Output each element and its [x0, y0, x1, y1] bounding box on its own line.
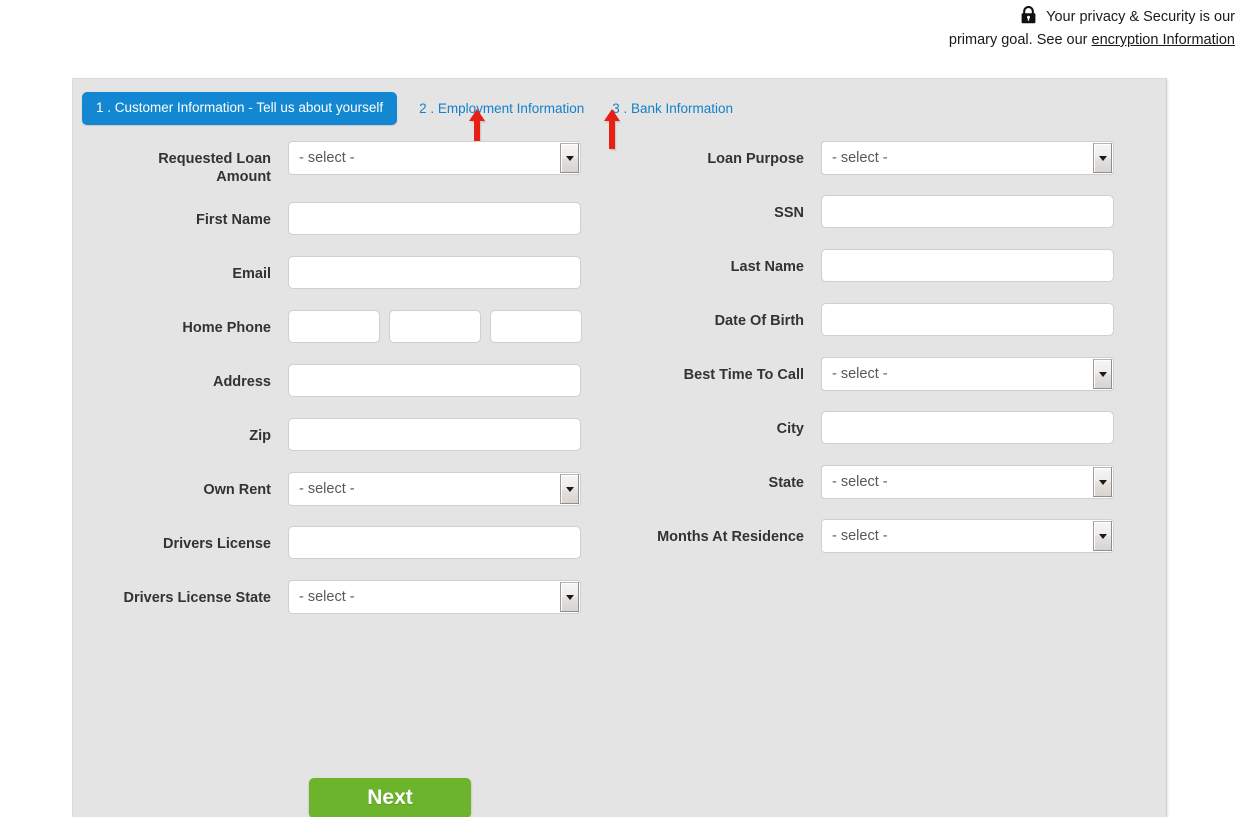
- date-of-birth-input[interactable]: [821, 303, 1114, 336]
- ssn-input[interactable]: [821, 195, 1114, 228]
- field-drivers-license-state: Drivers License State - select -: [101, 580, 601, 618]
- chevron-down-icon[interactable]: [1093, 359, 1112, 389]
- drivers-license-input[interactable]: [288, 526, 581, 559]
- tab-customer-information[interactable]: 1 . Customer Information - Tell us about…: [82, 92, 398, 125]
- lock-icon: [1020, 5, 1037, 24]
- label-loan-purpose: Loan Purpose: [707, 151, 804, 167]
- field-own-rent: Own Rent - select -: [101, 472, 601, 510]
- chevron-down-icon[interactable]: [1093, 521, 1112, 551]
- field-drivers-license: Drivers License: [101, 526, 601, 564]
- best-time-to-call-select[interactable]: - select -: [821, 357, 1114, 391]
- field-city: City: [621, 411, 1141, 449]
- field-email: Email: [101, 256, 601, 294]
- application-page: Your privacy & Security is our primary g…: [0, 0, 1247, 817]
- field-state: State - select -: [621, 465, 1141, 503]
- loan-purpose-value: - select -: [832, 150, 888, 166]
- chevron-down-icon[interactable]: [1093, 143, 1112, 173]
- label-requested-loan-amount: Requested Loan Amount: [158, 151, 271, 185]
- home-phone-group: [288, 310, 601, 343]
- loan-purpose-select[interactable]: - select -: [821, 141, 1114, 175]
- address-input[interactable]: [288, 364, 581, 397]
- field-zip: Zip: [101, 418, 601, 456]
- email-input[interactable]: [288, 256, 581, 289]
- field-months-at-residence: Months At Residence - select -: [621, 519, 1141, 557]
- best-time-to-call-value: - select -: [832, 366, 888, 382]
- months-at-residence-select[interactable]: - select -: [821, 519, 1114, 553]
- privacy-line-1: Your privacy & Security is our: [815, 5, 1235, 29]
- label-email: Email: [232, 266, 271, 282]
- state-select[interactable]: - select -: [821, 465, 1114, 499]
- label-state: State: [768, 475, 804, 491]
- privacy-notice: Your privacy & Security is our primary g…: [815, 5, 1235, 52]
- months-at-residence-value: - select -: [832, 528, 888, 544]
- chevron-down-icon[interactable]: [560, 582, 579, 612]
- last-name-input[interactable]: [821, 249, 1114, 282]
- next-button[interactable]: Next: [309, 778, 471, 817]
- chevron-down-icon[interactable]: [560, 474, 579, 504]
- field-last-name: Last Name: [621, 249, 1141, 287]
- label-months-at-residence: Months At Residence: [657, 529, 804, 545]
- label-drivers-license-state: Drivers License State: [123, 590, 272, 606]
- field-ssn: SSN: [621, 195, 1141, 233]
- label-best-time-to-call: Best Time To Call: [683, 367, 804, 383]
- city-input[interactable]: [821, 411, 1114, 444]
- field-address: Address: [101, 364, 601, 402]
- chevron-down-icon[interactable]: [560, 143, 579, 173]
- home-phone-line-input[interactable]: [490, 310, 582, 343]
- field-best-time-to-call: Best Time To Call - select -: [621, 357, 1141, 395]
- label-city: City: [776, 421, 804, 437]
- chevron-down-icon[interactable]: [1093, 467, 1112, 497]
- privacy-text-line-2: primary goal. See our: [948, 32, 1092, 48]
- label-address: Address: [212, 374, 271, 390]
- requested-loan-amount-select[interactable]: - select -: [288, 141, 581, 175]
- step-tabs: 1 . Customer Information - Tell us about…: [82, 92, 733, 125]
- label-drivers-license: Drivers License: [162, 536, 271, 552]
- field-requested-loan-amount: Requested Loan Amount - select -: [101, 141, 601, 186]
- field-loan-purpose: Loan Purpose - select -: [621, 141, 1141, 179]
- form-panel: 1 . Customer Information - Tell us about…: [72, 78, 1167, 817]
- requested-loan-amount-value: - select -: [299, 150, 355, 166]
- label-own-rent: Own Rent: [203, 482, 271, 498]
- home-phone-area-code-input[interactable]: [288, 310, 380, 343]
- field-first-name: First Name: [101, 202, 601, 240]
- tab-employment-information[interactable]: 2 . Employment Information: [419, 92, 584, 118]
- form-right-column: Loan Purpose - select - SSN Last Name Da…: [621, 141, 1141, 573]
- label-first-name: First Name: [196, 212, 271, 228]
- encryption-information-link[interactable]: encryption Information: [1092, 32, 1235, 48]
- state-value: - select -: [832, 474, 888, 490]
- own-rent-select[interactable]: - select -: [288, 472, 581, 506]
- home-phone-prefix-input[interactable]: [389, 310, 481, 343]
- own-rent-value: - select -: [299, 481, 355, 497]
- label-ssn: SSN: [774, 205, 804, 221]
- privacy-text-line-1: Your privacy & Security is our: [1046, 9, 1235, 25]
- zip-input[interactable]: [288, 418, 581, 451]
- tab-bank-information[interactable]: 3 . Bank Information: [612, 92, 733, 118]
- label-last-name: Last Name: [730, 259, 804, 275]
- field-date-of-birth: Date Of Birth: [621, 303, 1141, 341]
- drivers-license-state-value: - select -: [299, 589, 355, 605]
- privacy-line-2: primary goal. See our encryption Informa…: [815, 29, 1235, 52]
- drivers-license-state-select[interactable]: - select -: [288, 580, 581, 614]
- form-left-column: Requested Loan Amount - select - First N…: [101, 141, 601, 634]
- form-actions: Next: [309, 778, 471, 817]
- first-name-input[interactable]: [288, 202, 581, 235]
- field-home-phone: Home Phone: [101, 310, 601, 348]
- label-home-phone: Home Phone: [182, 320, 271, 336]
- label-date-of-birth: Date Of Birth: [714, 313, 804, 329]
- label-zip: Zip: [249, 428, 271, 444]
